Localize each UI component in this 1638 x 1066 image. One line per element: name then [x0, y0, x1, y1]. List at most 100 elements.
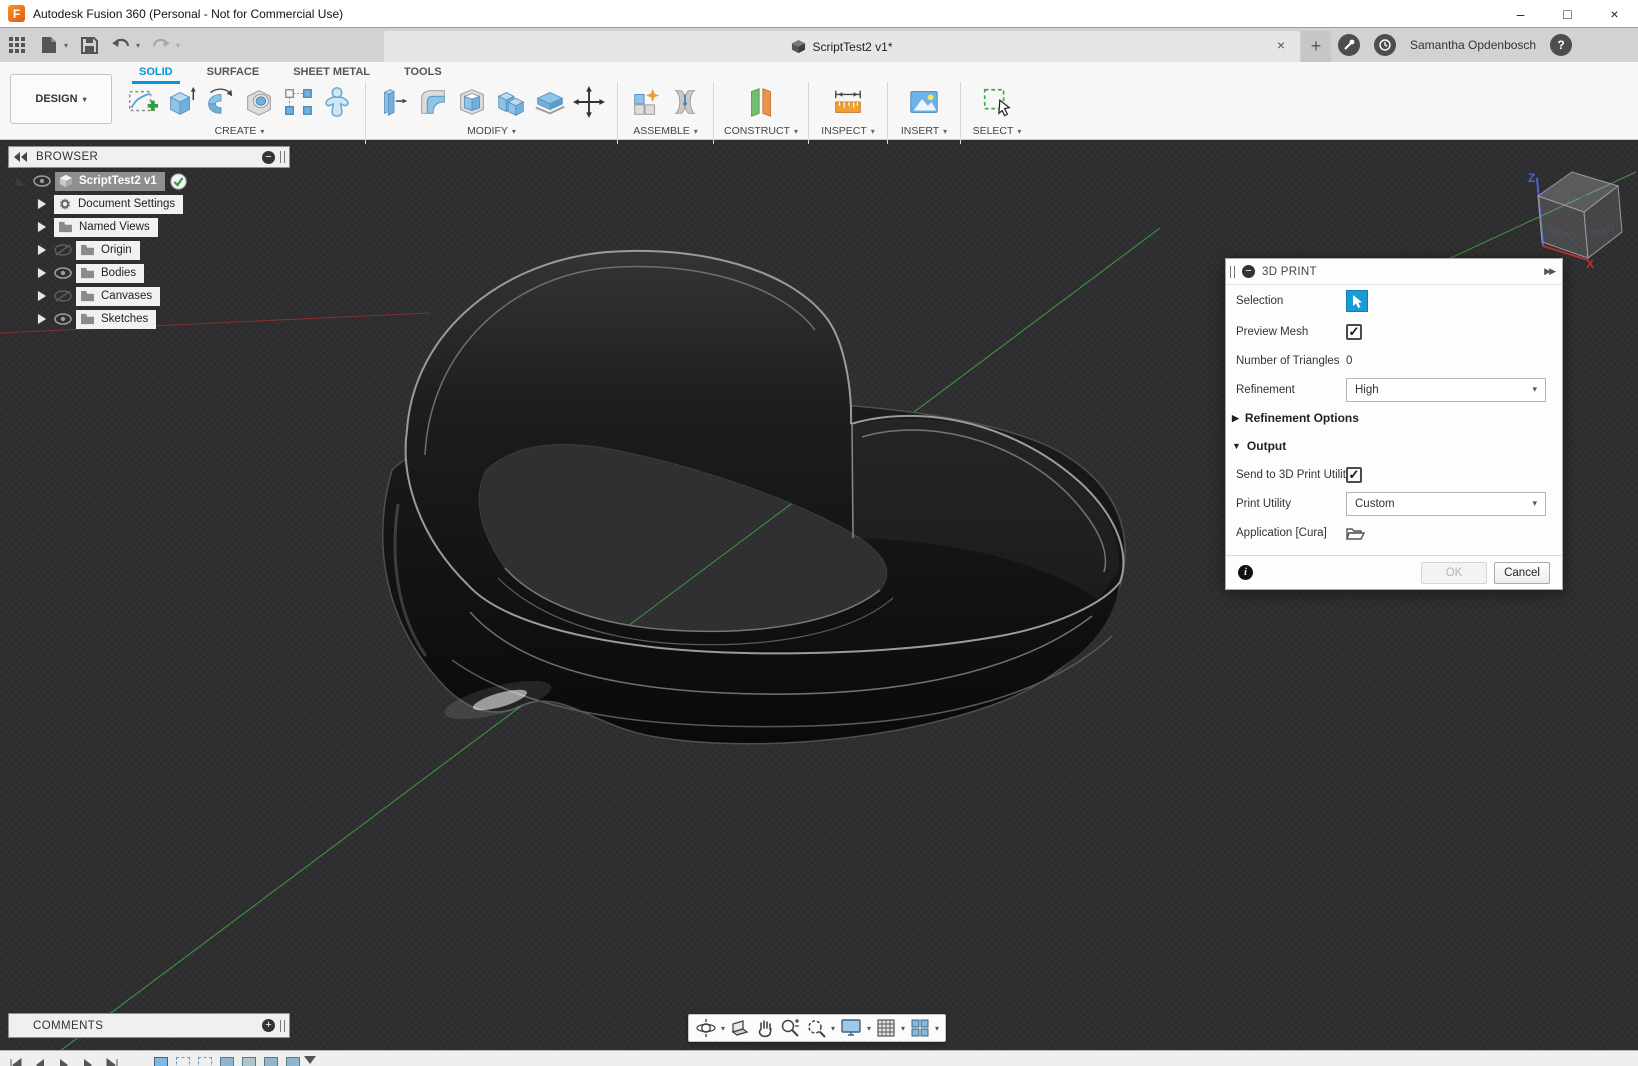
tab-solid[interactable]: SOLID: [122, 64, 190, 82]
grid-snap-caret[interactable]: ▾: [900, 1024, 906, 1033]
maximize-button[interactable]: □: [1544, 0, 1591, 28]
undo-icon[interactable]: [110, 34, 132, 56]
browser-header[interactable]: BROWSER −: [8, 146, 290, 168]
visibility-eye-off-icon[interactable]: [54, 244, 72, 256]
measure-icon[interactable]: [830, 84, 866, 120]
timeline-skip-end-icon[interactable]: [104, 1055, 120, 1066]
workspace-selector[interactable]: DESIGN▾: [10, 74, 112, 124]
tab-sheet-metal[interactable]: SHEET METAL: [276, 64, 387, 82]
expand-arrow-icon[interactable]: [38, 268, 46, 278]
timeline-feature-icon[interactable]: [198, 1057, 212, 1066]
expand-arrow-icon[interactable]: [38, 291, 46, 301]
timeline-step-forward-icon[interactable]: [80, 1055, 96, 1066]
add-comment-icon[interactable]: +: [262, 1019, 275, 1032]
output-section[interactable]: ▼ Output: [1226, 432, 1562, 460]
timeline-feature-icon[interactable]: [176, 1057, 190, 1066]
combine-icon[interactable]: [493, 84, 529, 120]
visibility-eye-icon[interactable]: [33, 175, 51, 187]
minimize-button[interactable]: –: [1497, 0, 1544, 28]
shell-icon[interactable]: [454, 84, 490, 120]
panel-grip[interactable]: [280, 1020, 285, 1032]
file-menu-icon[interactable]: [38, 34, 60, 56]
app-grid-icon[interactable]: [6, 34, 28, 56]
ok-button[interactable]: OK: [1421, 562, 1487, 584]
expand-all-icon[interactable]: ▶▶: [1544, 266, 1554, 277]
visibility-eye-icon[interactable]: [54, 313, 72, 325]
panel-grip[interactable]: [280, 151, 285, 163]
timeline-step-back-icon[interactable]: [32, 1055, 48, 1066]
group-label-select[interactable]: SELECT▾: [973, 125, 1022, 137]
browser-item-bodies[interactable]: Bodies: [76, 264, 144, 283]
timeline-feature-icon[interactable]: [242, 1057, 256, 1066]
timeline-play-icon[interactable]: [56, 1055, 72, 1066]
create-form-icon[interactable]: [319, 84, 355, 120]
orbit-caret[interactable]: ▾: [720, 1024, 726, 1033]
open-folder-icon[interactable]: [1346, 526, 1365, 540]
visibility-eye-icon[interactable]: [54, 267, 72, 279]
tree-row-bodies[interactable]: Bodies: [38, 263, 144, 283]
close-button[interactable]: ×: [1591, 0, 1638, 28]
browser-item-origin[interactable]: Origin: [76, 241, 140, 260]
group-label-create[interactable]: CREATE▾: [215, 125, 265, 137]
comments-panel[interactable]: COMMENTS +: [8, 1013, 290, 1038]
tree-row-sketches[interactable]: Sketches: [38, 309, 156, 329]
group-label-modify[interactable]: MODIFY▾: [467, 125, 516, 137]
send-to-print-utility-checkbox[interactable]: ✓: [1346, 467, 1362, 483]
visibility-eye-off-icon[interactable]: [54, 290, 72, 302]
group-label-construct[interactable]: CONSTRUCT▾: [724, 125, 798, 137]
cancel-button[interactable]: Cancel: [1494, 562, 1550, 584]
file-menu-caret[interactable]: ▾: [64, 41, 68, 50]
tree-row-origin[interactable]: Origin: [38, 240, 140, 260]
orbit-icon[interactable]: [694, 1016, 718, 1040]
fillet-icon[interactable]: [415, 84, 451, 120]
pan-icon[interactable]: [754, 1016, 776, 1040]
undo-caret[interactable]: ▾: [136, 41, 140, 50]
help-icon[interactable]: ?: [1550, 34, 1572, 56]
refinement-options-section[interactable]: ▶ Refinement Options: [1226, 404, 1562, 432]
dialog-grip[interactable]: [1230, 266, 1235, 278]
expand-arrow-icon[interactable]: [38, 222, 46, 232]
zoom-window-caret[interactable]: ▾: [830, 1024, 836, 1033]
extrude-icon[interactable]: [163, 84, 199, 120]
group-label-insert[interactable]: INSERT▾: [901, 125, 947, 137]
redo-icon[interactable]: [150, 34, 172, 56]
rectangular-pattern-icon[interactable]: [280, 84, 316, 120]
selection-button[interactable]: [1346, 290, 1368, 312]
group-label-inspect[interactable]: INSPECT▾: [821, 125, 875, 137]
expand-arrow-icon[interactable]: [16, 177, 25, 186]
revolve-icon[interactable]: [202, 84, 238, 120]
timeline-skip-start-icon[interactable]: [8, 1055, 24, 1066]
tab-surface[interactable]: SURFACE: [190, 64, 277, 82]
browser-item-root[interactable]: ScriptTest2 v1: [55, 172, 165, 191]
browser-collapse-icon[interactable]: −: [262, 151, 275, 164]
preview-mesh-checkbox[interactable]: ✓: [1346, 324, 1362, 340]
dialog-collapse-icon[interactable]: −: [1242, 265, 1255, 278]
construction-plane-icon[interactable]: [743, 84, 779, 120]
redo-caret[interactable]: ▾: [176, 41, 180, 50]
create-sketch-icon[interactable]: [124, 84, 160, 120]
close-tab-icon[interactable]: ×: [1272, 37, 1290, 53]
refinement-dropdown[interactable]: High▾: [1346, 378, 1546, 402]
zoom-window-icon[interactable]: [804, 1016, 828, 1040]
timeline-bar[interactable]: [0, 1050, 1638, 1066]
select-tool-icon[interactable]: [979, 84, 1015, 120]
group-label-assemble[interactable]: ASSEMBLE▾: [633, 125, 698, 137]
new-component-icon[interactable]: [628, 84, 664, 120]
split-body-icon[interactable]: [532, 84, 568, 120]
timeline-dropdown-icon[interactable]: [302, 1055, 318, 1066]
browser-item-document-settings[interactable]: Document Settings: [54, 195, 183, 214]
move-copy-icon[interactable]: [571, 84, 607, 120]
info-icon[interactable]: i: [1238, 565, 1253, 580]
document-tab[interactable]: ScriptTest2 v1* ×: [384, 31, 1300, 62]
collapse-panel-icon[interactable]: [14, 152, 28, 162]
expand-arrow-icon[interactable]: [38, 314, 46, 324]
viewports-caret[interactable]: ▾: [934, 1024, 940, 1033]
user-account-name[interactable]: Samantha Opdenbosch: [1410, 38, 1536, 52]
joint-icon[interactable]: [667, 84, 703, 120]
grid-snap-icon[interactable]: [874, 1016, 898, 1040]
zoom-icon[interactable]: [778, 1016, 802, 1040]
tree-row-canvases[interactable]: Canvases: [38, 286, 160, 306]
expand-arrow-icon[interactable]: [38, 199, 46, 209]
display-settings-icon[interactable]: [838, 1016, 864, 1040]
hole-icon[interactable]: [241, 84, 277, 120]
